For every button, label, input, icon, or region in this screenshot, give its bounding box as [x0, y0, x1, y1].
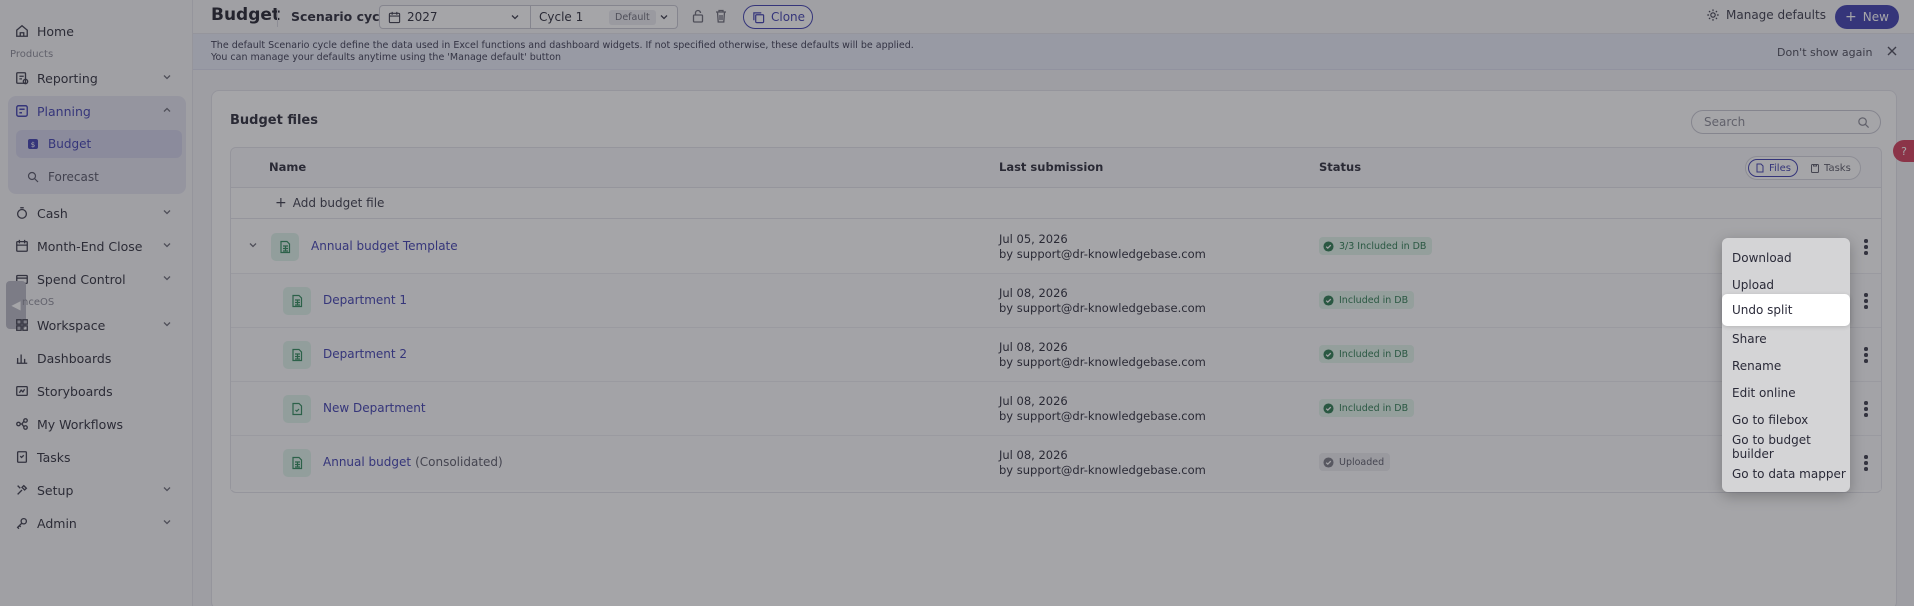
row-context-menu: Download Upload Share Rename Edit online… — [1722, 238, 1850, 492]
menu-item-share[interactable]: Share — [1722, 325, 1850, 352]
menu-item-go-to-filebox[interactable]: Go to filebox — [1722, 406, 1850, 433]
menu-item-go-to-budget-builder[interactable]: Go to budget builder — [1722, 433, 1850, 461]
menu-item-undo-split-highlight[interactable]: Undo split — [1722, 294, 1850, 326]
menu-item-rename[interactable]: Rename — [1722, 352, 1850, 379]
dim-overlay[interactable] — [0, 0, 1914, 606]
menu-item-download[interactable]: Download — [1722, 244, 1850, 271]
menu-item-go-to-data-mapper[interactable]: Go to data mapper — [1722, 460, 1850, 487]
menu-item-edit-online[interactable]: Edit online — [1722, 379, 1850, 406]
